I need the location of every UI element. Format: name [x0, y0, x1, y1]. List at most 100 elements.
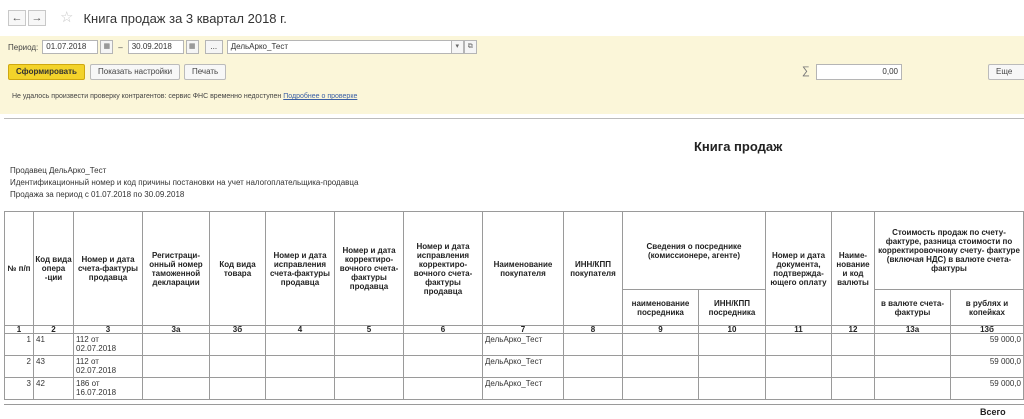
table-row-1-empty — [699, 334, 766, 356]
header-correction: Номер и дата исправления счета-фактуры п… — [266, 212, 335, 326]
table-row-3-empty — [766, 378, 832, 400]
col-number: 3б — [210, 326, 266, 334]
table-row-3-rub: 59 000,0 — [951, 378, 1024, 400]
header-buyer: Наименование покупателя — [483, 212, 564, 326]
period-select-button[interactable]: ... — [204, 40, 223, 54]
table-row-2-empty — [335, 356, 404, 378]
col-number: 11 — [766, 326, 832, 334]
col-number: 8 — [564, 326, 623, 334]
header-invoice-number: Номер и дата счета-фактуры продавца — [74, 212, 143, 326]
show-settings-button[interactable]: Показать настройки — [90, 64, 181, 80]
table-row-2-buyer[interactable]: ДельАрко_Тест — [483, 356, 564, 378]
calendar-to-icon[interactable]: ▦ — [185, 40, 199, 54]
favorite-star-icon[interactable]: ☆ — [60, 10, 73, 26]
table-row-3-n: 3 — [4, 378, 34, 400]
col-number: 7 — [483, 326, 564, 334]
col-number: 3а — [143, 326, 210, 334]
period-line: Продажа за период с 01.07.2018 по 30.09.… — [10, 190, 185, 199]
header-goods-code: Код вида товара — [210, 212, 266, 326]
more-button[interactable]: Еще — [988, 64, 1024, 80]
table-row-2-empty — [875, 356, 951, 378]
table-row-3-empty — [266, 378, 335, 400]
table-row-2-empty — [832, 356, 875, 378]
header-adjustment-correction: Номер и дата исправления корректиро- воч… — [404, 212, 483, 326]
print-button[interactable]: Печать — [184, 64, 227, 80]
period-dash: – — [118, 42, 123, 52]
header-cost: Стоимость продаж по счету- фактуре, разн… — [875, 212, 1024, 290]
table-row-2-empty — [623, 356, 699, 378]
title-bar: ← → ☆ Книга продаж за 3 квартал 2018 г. — [0, 0, 1024, 36]
table-row-2-empty — [404, 356, 483, 378]
table-row-1-empty — [335, 334, 404, 356]
table-row-1-n: 1 — [4, 334, 34, 356]
report-title: Книга продаж — [694, 139, 783, 154]
details-link[interactable]: Подробнее о проверке — [283, 93, 357, 100]
col-number: 13б — [951, 326, 1024, 334]
calendar-from-icon[interactable]: ▦ — [100, 40, 114, 54]
table-row-1-empty — [766, 334, 832, 356]
col-number: 5 — [335, 326, 404, 334]
table-row-1-empty — [623, 334, 699, 356]
table-row-1-empty — [404, 334, 483, 356]
table-row-2-number[interactable]: 112 от 02.07.2018 — [74, 356, 143, 378]
report-document: Книга продаж Продавец ДельАрко_Тест Иден… — [4, 118, 1024, 419]
table-row-2-rub: 59 000,0 — [951, 356, 1024, 378]
organization-select[interactable]: ДельАрко_Тест — [226, 40, 452, 54]
col-number: 2 — [34, 326, 74, 334]
header-broker-name: наименование посредника — [623, 290, 699, 326]
header-broker-inn: ИНН/КПП посредника — [699, 290, 766, 326]
table-row-3-empty — [143, 378, 210, 400]
col-number: 6 — [404, 326, 483, 334]
toolbar: Сформировать Показать настройки Печать ∑… — [8, 64, 1024, 80]
table-row-2-empty — [699, 356, 766, 378]
table-row-1-code: 41 — [34, 334, 74, 356]
warning-message: Не удалось произвести проверку контраген… — [12, 93, 357, 100]
inn-line: Идентификационный номер и код причины по… — [10, 178, 359, 187]
table-row-2-n: 2 — [4, 356, 34, 378]
date-from-input[interactable]: 01.07.2018 — [42, 40, 99, 54]
period-filter: Период: 01.07.2018 ▦ – 30.09.2018 ▦ ... … — [8, 40, 477, 54]
forward-icon[interactable]: → — [28, 10, 46, 26]
table-row-3-empty — [623, 378, 699, 400]
window-title: Книга продаж за 3 квартал 2018 г. — [83, 10, 287, 26]
generate-button[interactable]: Сформировать — [8, 64, 85, 80]
table-row-3-number[interactable]: 186 от 16.07.2018 — [74, 378, 143, 400]
table-row-3-buyer[interactable]: ДельАрко_Тест — [483, 378, 564, 400]
sum-field[interactable]: 0,00 — [816, 64, 902, 80]
table-row-1-empty — [143, 334, 210, 356]
table-row-2-empty — [564, 356, 623, 378]
sum-icon: ∑ — [802, 65, 810, 77]
col-number: 12 — [832, 326, 875, 334]
col-number: 4 — [266, 326, 335, 334]
header-cost-currency: в валюте счета-фактуры — [875, 290, 951, 326]
table-row-2-empty — [266, 356, 335, 378]
col-number: 10 — [699, 326, 766, 334]
col-number: 9 — [623, 326, 699, 334]
total-label: Всего — [980, 407, 1006, 417]
header-n: № п/п — [4, 212, 34, 326]
dropdown-arrow-icon[interactable]: ▾ — [450, 40, 464, 54]
table-row-3-empty — [210, 378, 266, 400]
table-row-2-empty — [210, 356, 266, 378]
seller-line: Продавец ДельАрко_Тест — [10, 166, 107, 175]
table-row-1-number[interactable]: 112 от 02.07.2018 — [74, 334, 143, 356]
header-broker: Сведения о посреднике (комиссионере, аге… — [623, 212, 766, 290]
header-buyer-inn: ИНН/КПП покупателя — [564, 212, 623, 326]
header-payment-doc: Номер и дата документа, подтвержда- ющег… — [766, 212, 832, 326]
date-to-input[interactable]: 30.09.2018 — [127, 40, 184, 54]
open-link-icon[interactable]: ⧉ — [463, 40, 477, 54]
back-icon[interactable]: ← — [8, 10, 26, 26]
table-row-1-empty — [832, 334, 875, 356]
table-row-1-empty — [875, 334, 951, 356]
table-row-3-empty — [564, 378, 623, 400]
total-divider — [4, 404, 1024, 405]
table-row-1-rub: 59 000,0 — [951, 334, 1024, 356]
table-row-2-code: 43 — [34, 356, 74, 378]
col-number: 1 — [4, 326, 34, 334]
table-row-3-empty — [699, 378, 766, 400]
header-code: Код вида опера -ции — [34, 212, 74, 326]
table-row-1-buyer[interactable]: ДельАрко_Тест — [483, 334, 564, 356]
col-number: 3 — [74, 326, 143, 334]
table-row-2-empty — [766, 356, 832, 378]
header-currency: Наиме- нование и код валюты — [832, 212, 875, 326]
